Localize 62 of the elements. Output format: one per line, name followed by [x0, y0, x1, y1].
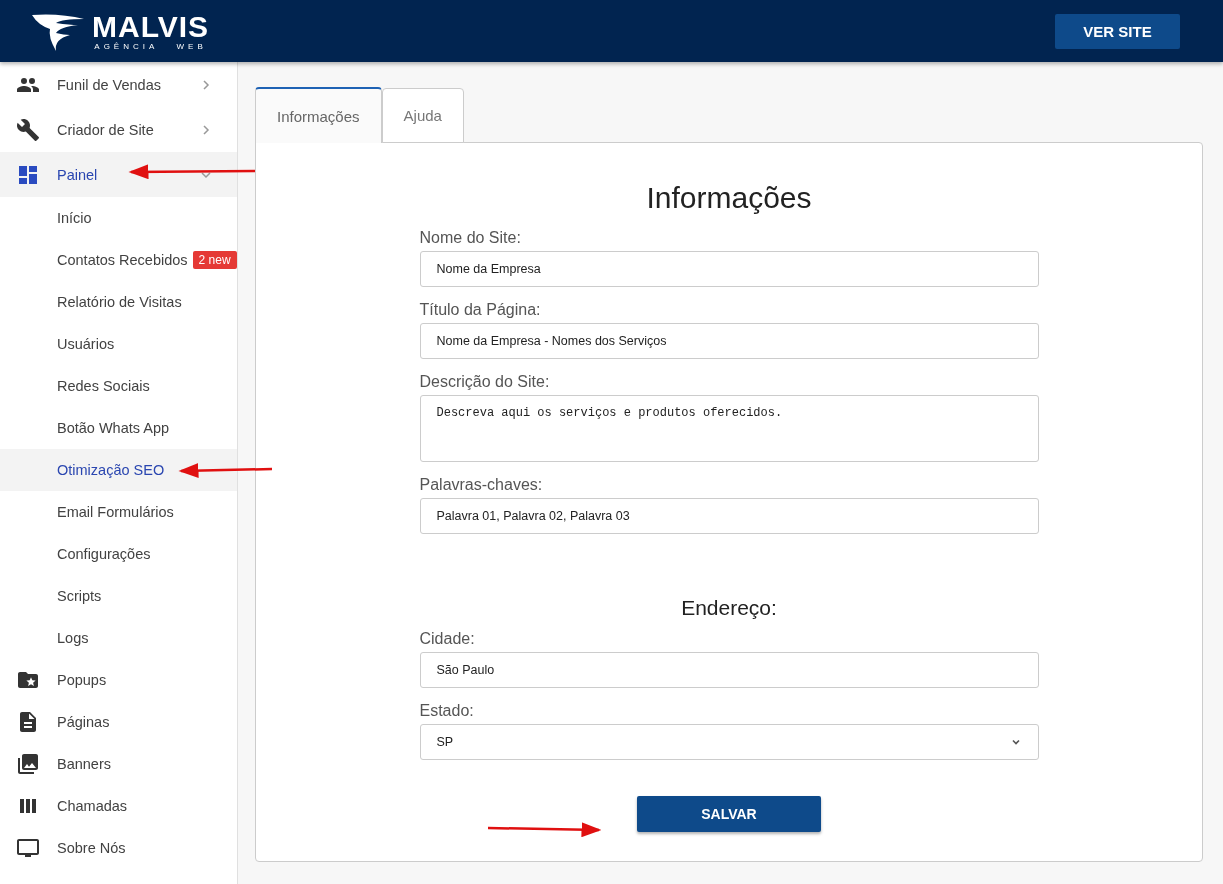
sidebar-label: Email Formulários: [57, 504, 174, 520]
sidebar-label: Relatório de Visitas: [57, 294, 182, 310]
sidebar-item[interactable]: Banners: [0, 743, 237, 785]
photo-stack-icon: [16, 752, 40, 776]
wrench-icon: [16, 117, 40, 142]
field-label: Estado:: [419, 702, 475, 720]
field-label: Nome do Site:: [419, 229, 522, 247]
sidebar-label: Configurações: [57, 546, 151, 562]
sidebar-label: Sobre Nós: [57, 840, 126, 856]
sidebar-label: Scripts: [57, 588, 102, 604]
sidebar-subitem[interactable]: Redes Sociais: [0, 365, 237, 407]
input-field[interactable]: São Paulo: [419, 652, 1039, 688]
sidebar-label: Usuários: [57, 336, 115, 352]
tab[interactable]: Informações: [255, 87, 382, 143]
sidebar-label: Painel: [57, 166, 98, 183]
save-button[interactable]: SALVAR: [637, 796, 821, 832]
sidebar-label: Otimização SEO: [57, 462, 165, 478]
field-label: Palavras-chaves:: [419, 476, 544, 494]
logo-tagline: AGÊNCIA WEB: [94, 41, 207, 51]
input-field[interactable]: Palavra 01, Palavra 02, Palavra 03: [419, 498, 1039, 534]
state-dropdown[interactable]: SP: [419, 724, 1039, 760]
new-count-badge: 2 new: [192, 251, 237, 269]
sidebar-label: Início: [57, 210, 92, 226]
field-label: Título da Página:: [419, 301, 542, 319]
sidebar-subitem[interactable]: Logs: [0, 617, 237, 659]
sidebar-subitem[interactable]: Botão Whats App: [0, 407, 237, 449]
input-field[interactable]: Nome da Empresa: [419, 251, 1039, 287]
sidebar-subitem[interactable]: Scripts: [0, 575, 237, 617]
sidebar-label: Botão Whats App: [57, 420, 170, 436]
field-label: Descrição do Site:: [419, 373, 551, 391]
form-title: Informações: [645, 181, 813, 215]
sidebar-subitem[interactable]: Email Formulários: [0, 491, 237, 533]
logo-text: MALVIS: [92, 11, 210, 42]
sidebar-item[interactable]: Páginas: [0, 701, 237, 743]
sidebar-item[interactable]: Sobre Nós: [0, 827, 237, 869]
sidebar-label: Redes Sociais: [57, 378, 150, 394]
sidebar-label: Banners: [57, 756, 111, 772]
section-title: Endereço:: [680, 596, 778, 620]
sidebar-subitem[interactable]: Contatos Recebidos 2 new: [0, 239, 237, 281]
field-label: Cidade:: [419, 630, 476, 648]
sidebar-label: Páginas: [57, 714, 110, 730]
sidebar-subitem[interactable]: Relatório de Visitas: [0, 281, 237, 323]
sidebar-label: Chamadas: [57, 798, 128, 814]
sidebar-subitem[interactable]: Usuários: [0, 323, 237, 365]
sidebar-item[interactable]: Funil de Vendas: [0, 62, 237, 107]
tab[interactable]: Ajuda: [381, 88, 464, 143]
sidebar-subitem[interactable]: Otimização SEO: [0, 449, 237, 491]
sidebar-label: Criador de Site: [57, 121, 154, 138]
sidebar-subitem[interactable]: Início: [0, 197, 237, 239]
sidebar-label: Contatos Recebidos: [57, 252, 188, 268]
sidebar-item[interactable]: Chamadas: [0, 785, 237, 827]
sidebar-label: Logs: [57, 630, 89, 646]
sidebar-item[interactable]: Popups: [0, 659, 237, 701]
input-field[interactable]: Nome da Empresa - Nomes dos Serviços: [419, 323, 1039, 359]
sidebar-item[interactable]: Painel: [0, 152, 237, 197]
sidebar-item[interactable]: Criador de Site: [0, 107, 237, 152]
view-site-button[interactable]: VER SITE: [1055, 13, 1180, 49]
sidebar-subitem[interactable]: Configurações: [0, 533, 237, 575]
description-textarea[interactable]: Descreva aqui os serviços e produtos oferecidos.: [419, 395, 1039, 462]
monitor-icon: [16, 836, 40, 860]
sidebar-label: Popups: [57, 672, 107, 688]
sidebar-label: Funil de Vendas: [57, 76, 161, 93]
